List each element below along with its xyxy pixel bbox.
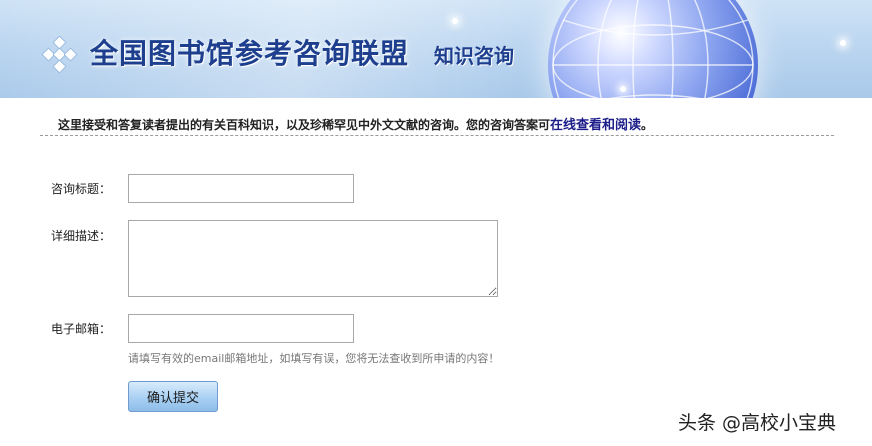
email-label: 电子邮箱： bbox=[51, 322, 112, 336]
description-label: 详细描述： bbox=[51, 229, 112, 243]
title-label: 咨询标题： bbox=[51, 182, 112, 196]
sparkle bbox=[620, 86, 626, 92]
watermark-text: 头条 @高校小宝典 bbox=[678, 412, 837, 434]
site-subtitle: 知识咨询 bbox=[434, 44, 514, 68]
intro-end: 。 bbox=[641, 118, 654, 132]
diamond-cluster-icon bbox=[40, 35, 80, 76]
sparkle bbox=[840, 40, 846, 46]
dashed-divider bbox=[40, 135, 834, 136]
header-banner: 全国图书馆参考咨询联盟 知识咨询 bbox=[0, 0, 872, 98]
submit-button[interactable]: 确认提交 bbox=[128, 381, 218, 412]
globe-icon bbox=[548, 0, 758, 98]
site-title: 全国图书馆参考咨询联盟 bbox=[90, 37, 410, 70]
intro-text: 这里接受和答复读者提出的有关百科知识，以及珍稀罕见中外文文献的咨询。您的咨询答案… bbox=[58, 114, 653, 133]
email-input[interactable] bbox=[128, 314, 354, 343]
online-view-link[interactable]: 在线查看和阅读 bbox=[550, 118, 641, 133]
description-textarea[interactable] bbox=[128, 220, 498, 297]
sparkle bbox=[452, 18, 458, 24]
title-input[interactable] bbox=[128, 174, 354, 203]
email-hint: 请填写有效的email邮箱地址，如填写有误，您将无法查收到所申请的内容！ bbox=[128, 352, 500, 365]
intro-body: 这里接受和答复读者提出的有关百科知识，以及珍稀罕见中外文文献的咨询。您的咨询答案… bbox=[58, 118, 551, 132]
